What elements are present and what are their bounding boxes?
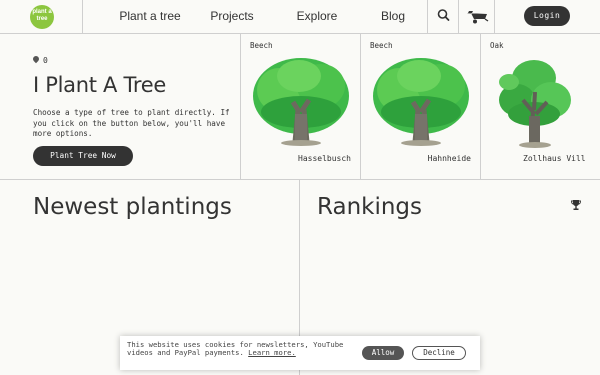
nav-projects[interactable]: Projects [200, 0, 264, 33]
rankings-heading: Rankings [317, 194, 423, 220]
learn-more-link[interactable]: Learn more. [248, 348, 296, 357]
beech-tree-image [373, 58, 469, 146]
trophy-icon [571, 200, 581, 210]
beech-tree-image [253, 58, 349, 146]
cookie-message: This website uses cookies for newsletter… [127, 340, 349, 358]
oak-tree-image [499, 60, 571, 148]
tree-location-name: Hasselbusch [298, 154, 351, 163]
page-title: I Plant A Tree [33, 73, 167, 97]
login-button[interactable]: Login [524, 6, 570, 26]
tree-location-name: Zollhaus Vill [523, 154, 586, 163]
newest-plantings-heading: Newest plantings [33, 194, 232, 220]
tree-card-hahnheide[interactable]: Beech Hahnheide [360, 34, 480, 179]
location-pin-icon [31, 54, 41, 64]
tree-species-label: Beech [370, 41, 393, 50]
allow-cookies-button[interactable]: Allow [362, 346, 404, 360]
tree-location-name: Hahnheide [427, 154, 471, 163]
search-icon [437, 9, 450, 21]
logo-text: plant a tree [32, 9, 52, 22]
section-divider [0, 179, 600, 180]
site-logo[interactable]: plant a tree [30, 5, 54, 29]
plant-tree-now-button[interactable]: Plant Tree Now [33, 146, 133, 166]
tree-card-zollhaus[interactable]: Oak Zollhaus Vill [480, 34, 600, 179]
cart-button[interactable] [459, 0, 495, 33]
wheelbarrow-icon [467, 11, 489, 24]
tree-species-label: Oak [490, 41, 504, 50]
hero-section: 0 I Plant A Tree Choose a type of tree t… [0, 34, 240, 179]
decline-cookies-button[interactable]: Decline [412, 346, 466, 360]
logo-cell: plant a tree [0, 0, 83, 33]
cookie-text: This website uses cookies for newsletter… [127, 340, 344, 358]
planted-count: 0 [43, 56, 48, 65]
nav-plant-a-tree[interactable]: Plant a tree [100, 0, 200, 33]
cookie-banner: This website uses cookies for newsletter… [120, 336, 480, 370]
hero-description: Choose a type of tree to plant directly.… [33, 108, 230, 138]
top-navigation: plant a tree Plant a tree Projects Explo… [0, 0, 600, 34]
tree-species-label: Beech [250, 41, 273, 50]
planted-counter: 0 [31, 54, 48, 66]
tree-card-hasselbusch[interactable]: Beech Hasselbusch [240, 34, 360, 179]
nav-blog[interactable]: Blog [370, 0, 416, 33]
search-button[interactable] [427, 0, 459, 33]
nav-explore[interactable]: Explore [282, 0, 352, 33]
